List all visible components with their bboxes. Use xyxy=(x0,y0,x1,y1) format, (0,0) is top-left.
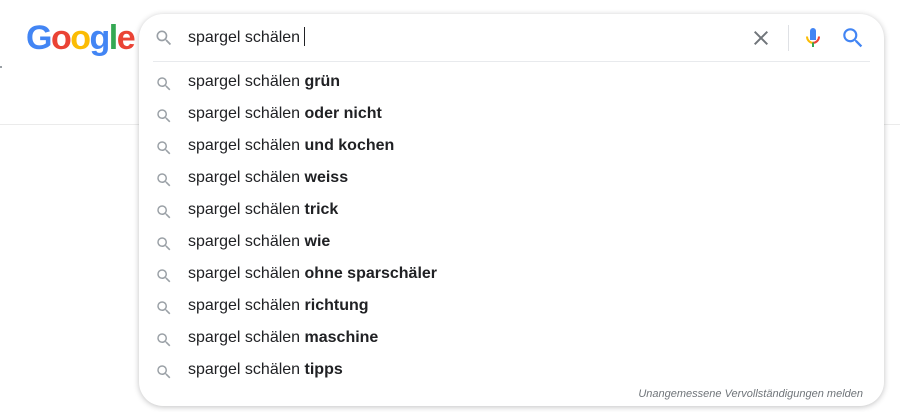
suggestion-prefix: spargel schälen xyxy=(188,233,305,250)
search-icon xyxy=(155,361,173,379)
search-icon xyxy=(155,329,173,347)
logo-letter: g xyxy=(89,19,111,57)
button-separator xyxy=(788,25,789,51)
suggestion-text: spargel schälen oder nicht xyxy=(188,98,382,130)
suggestion-prefix: spargel schälen xyxy=(188,329,305,346)
suggestion-text: spargel schälen ohne sparschäler xyxy=(188,258,437,290)
query-row: spargel schälen xyxy=(139,14,884,62)
text-caret xyxy=(304,26,306,46)
suggestion-item[interactable]: spargel schälen maschine xyxy=(139,322,884,354)
report-inappropriate-predictions-link[interactable]: Unangemessene Vervollständigungen melden xyxy=(638,387,863,401)
suggestion-text: spargel schälen weiss xyxy=(188,162,348,194)
clear-search-button[interactable] xyxy=(749,26,773,50)
logo-letter: G xyxy=(26,19,52,57)
search-icon xyxy=(155,105,173,123)
suggestion-text: spargel schälen wie xyxy=(188,226,330,258)
logo-letter: l xyxy=(108,19,118,57)
search-icon xyxy=(155,201,173,219)
suggestion-prefix: spargel schälen xyxy=(188,201,305,218)
google-search-page: Google spargel schälen spargel schälen g… xyxy=(0,0,900,412)
search-icon xyxy=(155,233,173,251)
suggestion-item[interactable]: spargel schälen ohne sparschäler xyxy=(139,258,884,290)
search-icon xyxy=(154,28,174,48)
search-query-text: spargel schälen xyxy=(188,29,301,46)
voice-search-button[interactable] xyxy=(801,25,825,51)
suggestion-prefix: spargel schälen xyxy=(188,361,305,378)
search-icon xyxy=(843,28,863,48)
search-submit-button[interactable] xyxy=(840,25,866,51)
suggestion-completion: maschine xyxy=(304,329,379,346)
suggestion-list: spargel schälen grün spargel schälen oder… xyxy=(139,66,884,386)
suggestion-text: spargel schälen und kochen xyxy=(188,130,394,162)
search-icon xyxy=(155,169,173,187)
logo-letter: e xyxy=(116,19,136,57)
suggestion-completion: tipps xyxy=(304,361,343,378)
suggestion-prefix: spargel schälen xyxy=(188,105,305,122)
logo-letter: o xyxy=(50,19,72,57)
suggestion-completion: grün xyxy=(304,73,341,90)
google-logo[interactable]: Google xyxy=(26,18,136,58)
suggestion-item[interactable]: spargel schälen und kochen xyxy=(139,130,884,162)
close-icon xyxy=(754,31,768,45)
logo-letter: o xyxy=(70,19,91,57)
suggestion-item[interactable]: spargel schälen grün xyxy=(139,66,884,98)
suggestion-prefix: spargel schälen xyxy=(188,169,305,186)
search-icon xyxy=(155,137,173,155)
suggestion-completion: und kochen xyxy=(304,137,395,154)
suggestion-completion: oder nicht xyxy=(304,105,382,122)
suggestion-item[interactable]: spargel schälen richtung xyxy=(139,290,884,322)
microphone-icon xyxy=(806,28,820,47)
suggestion-item[interactable]: spargel schälen trick xyxy=(139,194,884,226)
suggestion-completion: richtung xyxy=(304,297,369,314)
suggestion-prefix: spargel schälen xyxy=(188,73,305,90)
suggestions-divider xyxy=(153,61,870,62)
suggestion-item[interactable]: spargel schälen tipps xyxy=(139,354,884,386)
suggestion-completion: wie xyxy=(304,233,331,250)
suggestion-completion: weiss xyxy=(304,169,349,186)
edge-mark xyxy=(0,66,2,68)
suggestion-item[interactable]: spargel schälen weiss xyxy=(139,162,884,194)
suggestion-item[interactable]: spargel schälen wie xyxy=(139,226,884,258)
suggestion-prefix: spargel schälen xyxy=(188,137,305,154)
suggestion-text: spargel schälen richtung xyxy=(188,290,369,322)
suggestion-text: spargel schälen tipps xyxy=(188,354,343,386)
suggestion-completion: ohne sparschäler xyxy=(304,265,438,282)
search-input[interactable]: spargel schälen xyxy=(188,14,306,62)
suggestion-prefix: spargel schälen xyxy=(188,265,305,282)
suggestion-item[interactable]: spargel schälen oder nicht xyxy=(139,98,884,130)
suggestion-text: spargel schälen maschine xyxy=(188,322,378,354)
search-icon xyxy=(155,297,173,315)
search-icon xyxy=(155,265,173,283)
suggestion-text: spargel schälen grün xyxy=(188,66,340,98)
search-icon xyxy=(155,73,173,91)
search-box: spargel schälen spargel schälen grün spa… xyxy=(139,14,884,406)
suggestion-completion: trick xyxy=(304,201,339,218)
suggestion-text: spargel schälen trick xyxy=(188,194,338,226)
suggestion-prefix: spargel schälen xyxy=(188,297,305,314)
